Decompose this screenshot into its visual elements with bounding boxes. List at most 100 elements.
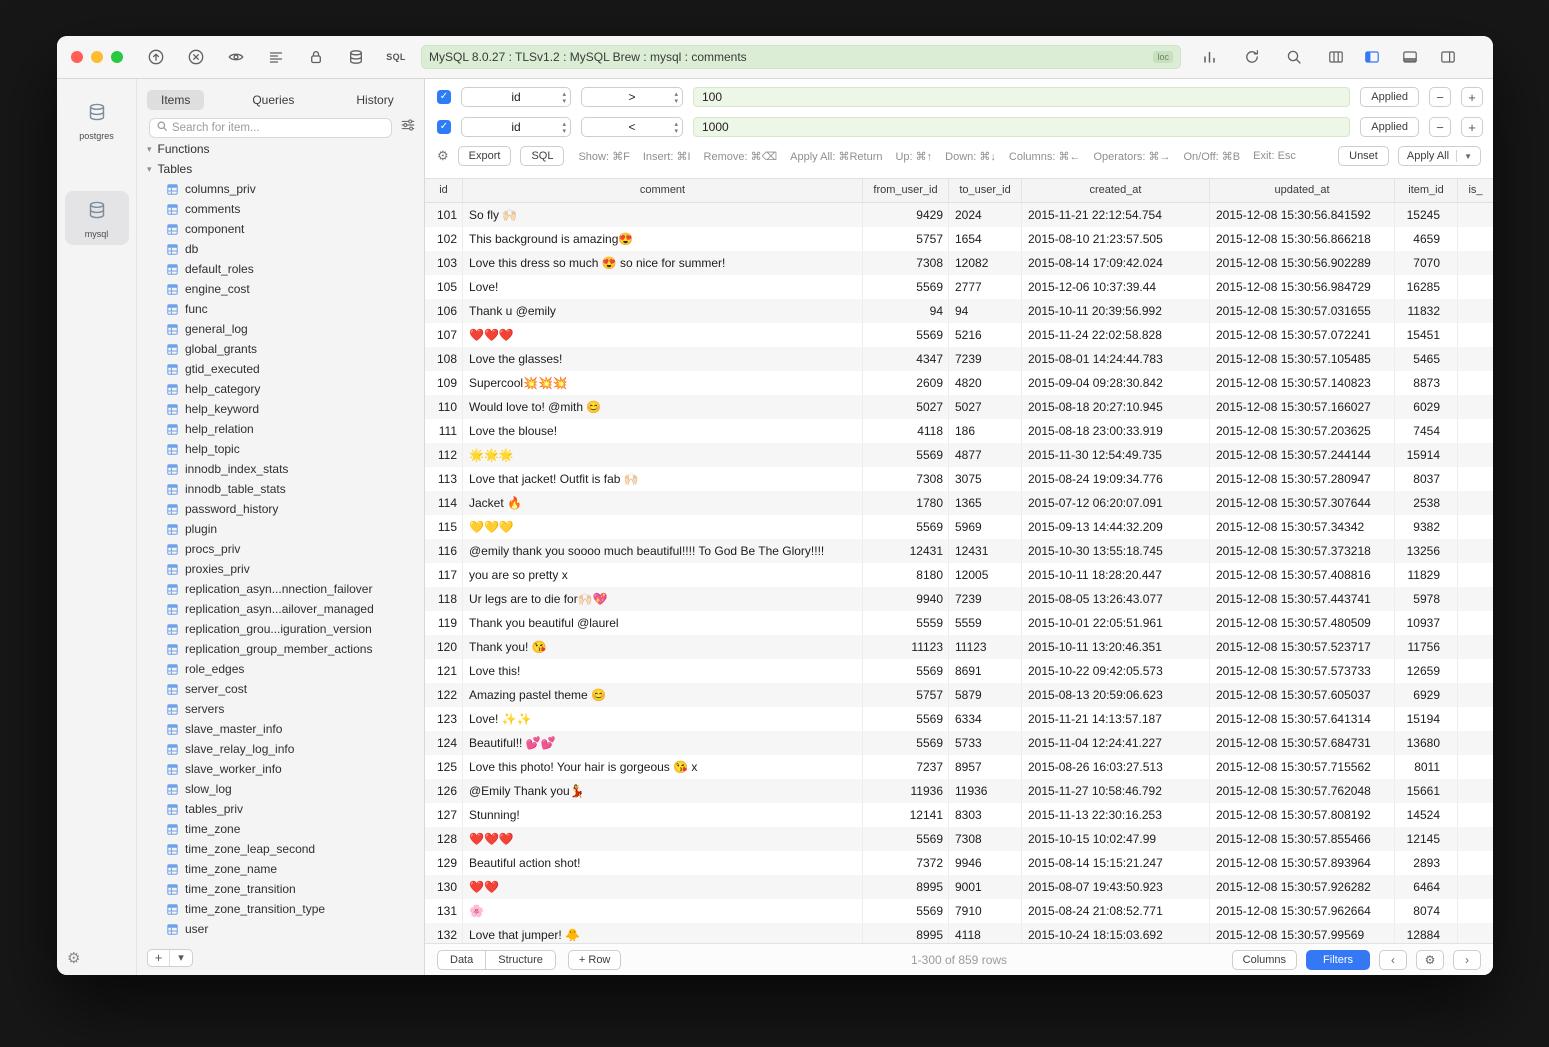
cell-comment[interactable]: 🌸: [463, 899, 863, 923]
cell-is_[interactable]: [1458, 419, 1493, 443]
column-header-item_id[interactable]: item_id: [1395, 179, 1458, 202]
sidebar-table-item[interactable]: help_relation: [145, 419, 424, 439]
cell-updated_at[interactable]: 2015-12-08 15:30:56.902289: [1210, 251, 1395, 275]
structure-tab[interactable]: Structure: [486, 951, 555, 969]
connection-postgres[interactable]: postgres: [65, 93, 129, 147]
filter-value-input[interactable]: 1000: [693, 117, 1350, 137]
cell-from_user_id[interactable]: 9940: [863, 587, 949, 611]
cell-is_[interactable]: [1458, 875, 1493, 899]
cell-updated_at[interactable]: 2015-12-08 15:30:57.893964: [1210, 851, 1395, 875]
sidebar-table-item[interactable]: time_zone_leap_second: [145, 839, 424, 859]
cell-comment[interactable]: Love that jumper! 🐥: [463, 923, 863, 943]
cell-from_user_id[interactable]: 11123: [863, 635, 949, 659]
cell-to_user_id[interactable]: 5027: [949, 395, 1022, 419]
cell-item_id[interactable]: 5465: [1395, 347, 1458, 371]
cell-comment[interactable]: Love this!: [463, 659, 863, 683]
cell-created_at[interactable]: 2015-08-10 21:23:57.505: [1022, 227, 1210, 251]
cell-to_user_id[interactable]: 2777: [949, 275, 1022, 299]
database-icon[interactable]: [347, 48, 365, 66]
sidebar-table-item[interactable]: slow_log: [145, 779, 424, 799]
cell-comment[interactable]: Love this dress so much 😍 so nice for su…: [463, 251, 863, 275]
sidebar-table-item[interactable]: engine_cost: [145, 279, 424, 299]
log-icon[interactable]: [267, 48, 285, 66]
sidebar-table-item[interactable]: server_cost: [145, 679, 424, 699]
sidebar-table-item[interactable]: time_zone: [145, 819, 424, 839]
cell-from_user_id[interactable]: 8995: [863, 875, 949, 899]
filter-applied-button[interactable]: Applied: [1360, 87, 1419, 107]
cell-item_id[interactable]: 7454: [1395, 419, 1458, 443]
close-window-button[interactable]: [71, 51, 83, 63]
cell-updated_at[interactable]: 2015-12-08 15:30:57.203625: [1210, 419, 1395, 443]
sidebar-table-item[interactable]: default_roles: [145, 259, 424, 279]
cell-from_user_id[interactable]: 4347: [863, 347, 949, 371]
cell-to_user_id[interactable]: 7239: [949, 587, 1022, 611]
cell-created_at[interactable]: 2015-10-01 22:05:51.961: [1022, 611, 1210, 635]
cell-updated_at[interactable]: 2015-12-08 15:30:57.34342: [1210, 515, 1395, 539]
cell-item_id[interactable]: 14524: [1395, 803, 1458, 827]
cell-updated_at[interactable]: 2015-12-08 15:30:57.031655: [1210, 299, 1395, 323]
cell-to_user_id[interactable]: 4820: [949, 371, 1022, 395]
cell-is_[interactable]: [1458, 275, 1493, 299]
cell-is_[interactable]: [1458, 203, 1493, 227]
cell-item_id[interactable]: 6464: [1395, 875, 1458, 899]
cell-is_[interactable]: [1458, 563, 1493, 587]
cell-updated_at[interactable]: 2015-12-08 15:30:57.523717: [1210, 635, 1395, 659]
sql-icon[interactable]: SQL: [387, 48, 405, 66]
cell-from_user_id[interactable]: 5569: [863, 443, 949, 467]
cell-id[interactable]: 121: [425, 659, 463, 683]
cell-updated_at[interactable]: 2015-12-08 15:30:57.99569: [1210, 923, 1395, 943]
cell-updated_at[interactable]: 2015-12-08 15:30:57.715562: [1210, 755, 1395, 779]
cell-comment[interactable]: Love that jacket! Outfit is fab 🙌🏻: [463, 467, 863, 491]
cell-is_[interactable]: [1458, 899, 1493, 923]
cell-created_at[interactable]: 2015-11-21 14:13:57.187: [1022, 707, 1210, 731]
cell-item_id[interactable]: 11756: [1395, 635, 1458, 659]
filter-operator-select[interactable]: <▴▾: [581, 117, 683, 137]
sidebar-table-item[interactable]: replication_grou...iguration_version: [145, 619, 424, 639]
cell-updated_at[interactable]: 2015-12-08 15:30:57.762048: [1210, 779, 1395, 803]
cell-item_id[interactable]: 11829: [1395, 563, 1458, 587]
cell-from_user_id[interactable]: 7308: [863, 467, 949, 491]
cell-is_[interactable]: [1458, 371, 1493, 395]
sidebar-table-item[interactable]: slave_master_info: [145, 719, 424, 739]
cell-comment[interactable]: Would love to! @mith 😊: [463, 395, 863, 419]
cell-created_at[interactable]: 2015-10-11 13:20:46.351: [1022, 635, 1210, 659]
cell-is_[interactable]: [1458, 827, 1493, 851]
cell-updated_at[interactable]: 2015-12-08 15:30:57.166027: [1210, 395, 1395, 419]
sidebar-table-item[interactable]: component: [145, 219, 424, 239]
cell-id[interactable]: 113: [425, 467, 463, 491]
cell-comment[interactable]: Love the glasses!: [463, 347, 863, 371]
add-item-dropdown[interactable]: ▾: [170, 950, 192, 966]
cell-comment[interactable]: Love the blouse!: [463, 419, 863, 443]
cell-from_user_id[interactable]: 94: [863, 299, 949, 323]
cell-updated_at[interactable]: 2015-12-08 15:30:57.605037: [1210, 683, 1395, 707]
filter-column-select[interactable]: id▴▾: [461, 117, 571, 137]
cell-to_user_id[interactable]: 7910: [949, 899, 1022, 923]
add-filter-button[interactable]: +: [1461, 87, 1483, 107]
cell-updated_at[interactable]: 2015-12-08 15:30:57.808192: [1210, 803, 1395, 827]
cell-to_user_id[interactable]: 5733: [949, 731, 1022, 755]
cell-id[interactable]: 110: [425, 395, 463, 419]
cell-comment[interactable]: 💛💛💛: [463, 515, 863, 539]
cell-item_id[interactable]: 8037: [1395, 467, 1458, 491]
cell-from_user_id[interactable]: 7372: [863, 851, 949, 875]
cell-from_user_id[interactable]: 8995: [863, 923, 949, 943]
cell-item_id[interactable]: 15914: [1395, 443, 1458, 467]
cell-comment[interactable]: Thank you! 😘: [463, 635, 863, 659]
tree-section-tables[interactable]: ▾ Tables: [145, 159, 424, 179]
cell-comment[interactable]: Ur legs are to die for🙌🏻💖: [463, 587, 863, 611]
cell-to_user_id[interactable]: 1365: [949, 491, 1022, 515]
cell-created_at[interactable]: 2015-10-30 13:55:18.745: [1022, 539, 1210, 563]
sidebar-table-item[interactable]: servers: [145, 699, 424, 719]
cell-to_user_id[interactable]: 8303: [949, 803, 1022, 827]
cell-is_[interactable]: [1458, 443, 1493, 467]
cell-created_at[interactable]: 2015-08-24 21:08:52.771: [1022, 899, 1210, 923]
cell-updated_at[interactable]: 2015-12-08 15:30:57.244144: [1210, 443, 1395, 467]
sidebar-table-item[interactable]: slave_worker_info: [145, 759, 424, 779]
cell-id[interactable]: 115: [425, 515, 463, 539]
sidebar-table-item[interactable]: time_zone_name: [145, 859, 424, 879]
cell-from_user_id[interactable]: 5569: [863, 899, 949, 923]
sidebar-table-item[interactable]: help_keyword: [145, 399, 424, 419]
filter-settings-gear-icon[interactable]: ⚙: [437, 148, 449, 164]
cell-to_user_id[interactable]: 11936: [949, 779, 1022, 803]
unset-button[interactable]: Unset: [1338, 146, 1389, 166]
